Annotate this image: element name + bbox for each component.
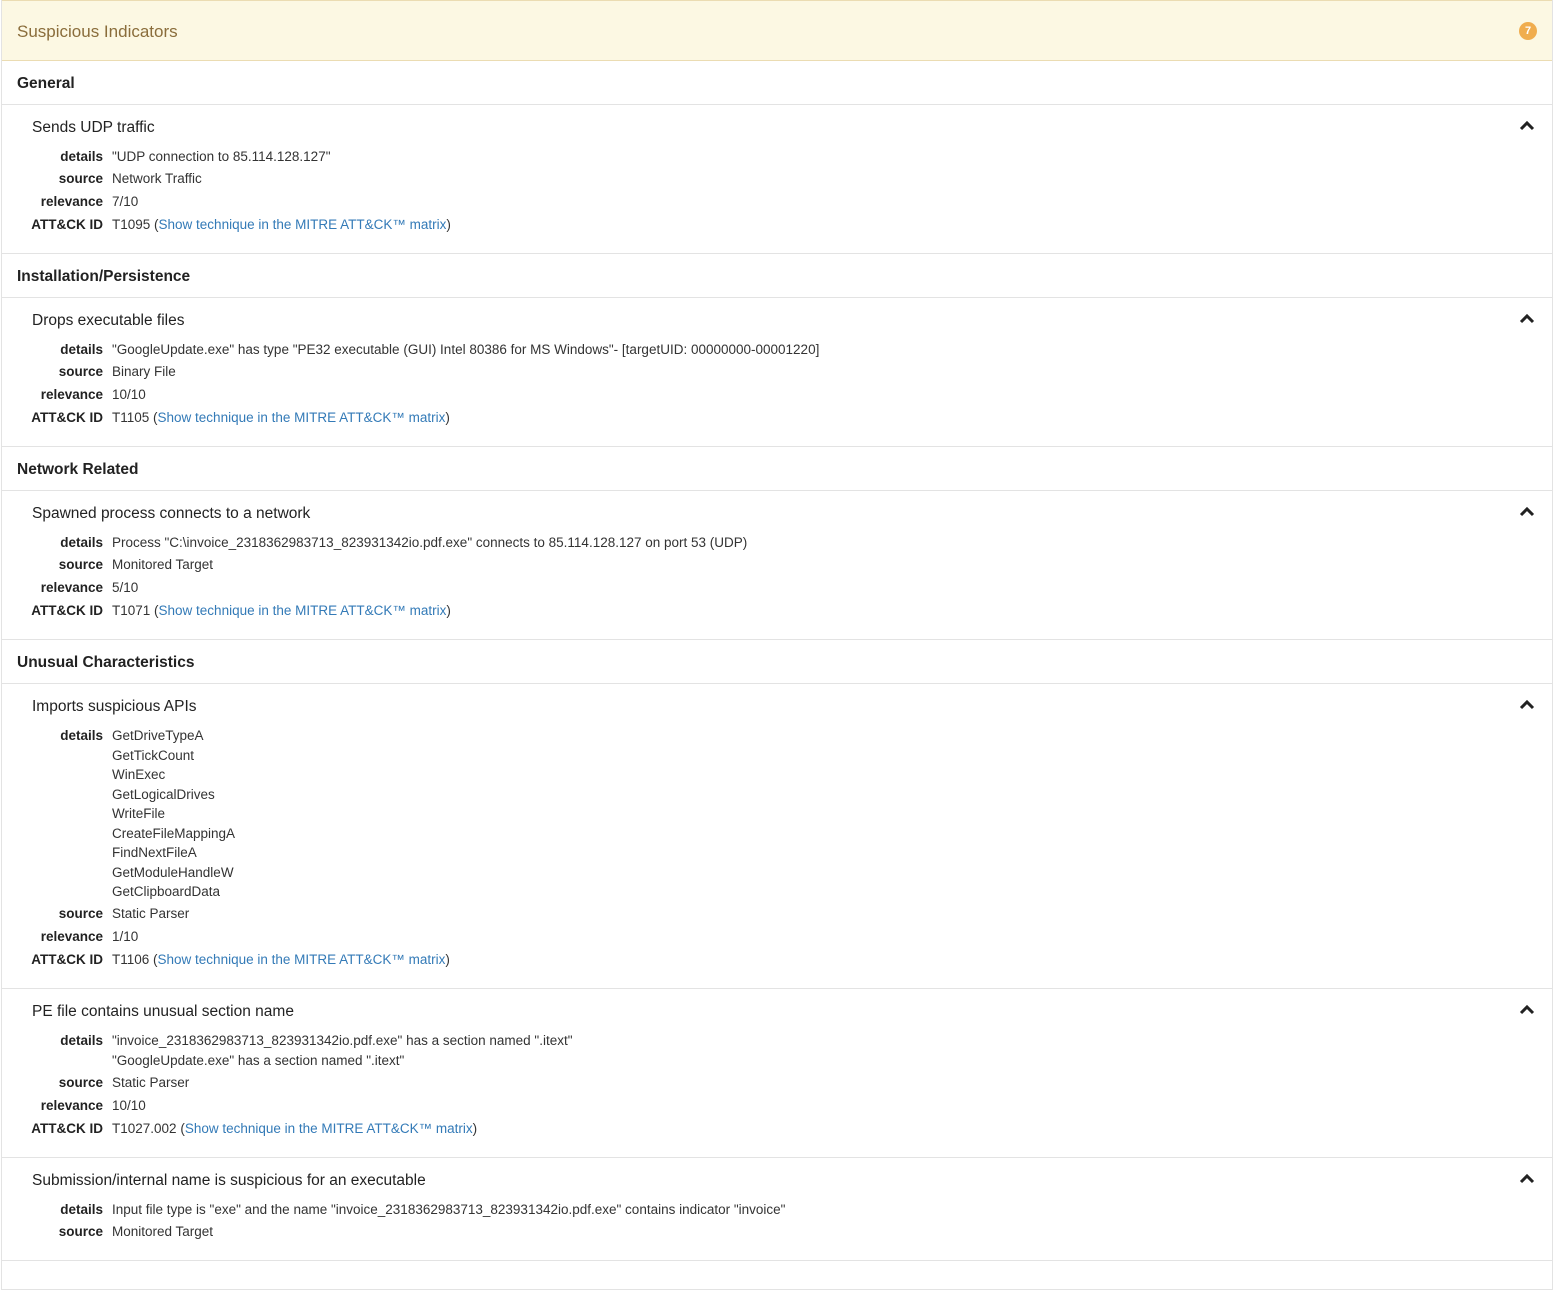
details-line: CreateFileMappingA [112,825,236,841]
attack-id-value: T1027.002 (Show technique in the MITRE A… [112,1120,478,1136]
field-label-attack_id: ATT&CK ID [31,952,103,967]
count-badge: 7 [1519,22,1537,40]
field-label-details: details [60,535,103,550]
signature-item: PE file contains unusual section name det… [2,989,1552,1158]
details-line: GetModuleHandleW [112,864,234,880]
relevance-value: 10/10 [112,387,146,402]
signature-title[interactable]: Sends UDP traffic [32,119,155,137]
relevance-value: 1/10 [112,929,139,944]
category-header: Network Related [2,447,1552,491]
signature-title[interactable]: Imports suspicious APIs [32,698,197,716]
field-label-relevance: relevance [40,580,103,595]
field-label-relevance: relevance [40,387,103,402]
mitre-matrix-link[interactable]: Show technique in the MITRE ATT&CK™ matr… [159,603,447,618]
attack-id-value: T1071 (Show technique in the MITRE ATT&C… [112,603,451,618]
details-line: FindNextFileA [112,845,197,860]
field-label-details: details [60,342,103,357]
details-line: WinExec [112,767,166,782]
field-label-relevance: relevance [40,1097,103,1113]
field-label-attack_id: ATT&CK ID [31,1120,103,1136]
attack-id: T1027.002 [112,1120,177,1136]
field-label-details: details [60,1201,103,1217]
chevron-up-icon[interactable] [1518,697,1536,711]
field-label-source: source [58,1223,103,1239]
attack-id: T1095 [112,217,151,232]
details-line: WriteFile [112,806,166,821]
relevance-value: 10/10 [112,1097,146,1113]
details-line: "GoogleUpdate.exe" has a section named "… [112,1052,405,1068]
category-header: General [2,61,1552,105]
panel-header[interactable]: Suspicious Indicators 7 [2,0,1552,61]
category-header: Unusual Characteristics [2,640,1552,684]
signature-title[interactable]: Drops executable files [32,312,185,330]
field-label-source: source [58,171,103,186]
source-value: Static Parser [112,1074,190,1090]
source-value: Monitored Target [112,557,214,572]
category-header: Installation/Persistence [2,254,1552,298]
category-title: Installation/Persistence [17,268,191,285]
signature-title[interactable]: Spawned process connects to a network [32,505,310,523]
source-value: Network Traffic [112,171,202,186]
mitre-matrix-link[interactable]: Show technique in the MITRE ATT&CK™ matr… [158,410,446,425]
chevron-up-icon[interactable] [1518,1002,1536,1016]
details-line: GetClipboardData [112,884,221,899]
details-line: Process "C:\invoice_2318362983713_823931… [112,535,748,550]
relevance-value: 7/10 [112,194,139,209]
signature-title[interactable]: PE file contains unusual section name [32,1003,294,1021]
source-value: Monitored Target [112,1223,214,1239]
chevron-up-icon[interactable] [1518,311,1536,325]
field-label-relevance: relevance [40,929,103,944]
attack-id-value: T1106 (Show technique in the MITRE ATT&C… [112,952,450,967]
field-label-attack_id: ATT&CK ID [31,603,103,618]
signature-item: Imports suspicious APIs details GetDriveTy… [2,684,1552,989]
signature-item: Submission/internal name is suspicious f… [2,1158,1552,1261]
details-line: "GoogleUpdate.exe" has type "PE32 execut… [112,342,820,357]
source-value: Binary File [112,364,176,379]
mitre-matrix-link[interactable]: Show technique in the MITRE ATT&CK™ matr… [159,217,447,232]
details-line: GetTickCount [112,747,195,763]
relevance-value: 5/10 [112,580,139,595]
category-title: General [17,75,75,92]
field-label-attack_id: ATT&CK ID [31,217,103,232]
field-label-source: source [58,557,103,572]
signature-item: Spawned process connects to a network det… [2,491,1552,640]
suspicious-indicators-panel: Suspicious Indicators 7 General Sends UDP… [1,0,1553,1290]
signature-item: Drops executable files details "GoogleUpda… [2,298,1552,447]
field-label-attack_id: ATT&CK ID [31,410,103,425]
category-title: Unusual Characteristics [17,654,195,671]
attack-id-value: T1095 (Show technique in the MITRE ATT&C… [112,217,451,232]
field-label-details: details [60,1033,103,1048]
details-line: GetDriveTypeA [112,728,204,743]
panel-title: Suspicious Indicators [17,22,178,41]
category-title: Network Related [17,461,139,478]
attack-id: T1105 [112,410,150,425]
indicator-list: General Sends UDP traffic details "UDP conn… [2,61,1552,1261]
field-label-relevance: relevance [40,194,103,209]
source-value: Static Parser [112,906,190,921]
field-label-source: source [58,364,103,379]
field-label-source: source [58,906,103,921]
attack-id-value: T1105 (Show technique in the MITRE ATT&C… [112,410,450,425]
details-line: GetLogicalDrives [112,786,215,802]
chevron-up-icon[interactable] [1518,504,1536,518]
chevron-up-icon[interactable] [1518,118,1536,132]
details-line: Input file type is "exe" and the name "i… [112,1201,786,1217]
field-label-details: details [60,728,103,743]
attack-id: T1071 [112,603,151,618]
attack-id: T1106 [112,952,150,967]
details-line: "UDP connection to 85.114.128.127" [112,149,331,164]
field-label-source: source [58,1074,103,1090]
mitre-matrix-link[interactable]: Show technique in the MITRE ATT&CK™ matr… [185,1121,473,1136]
signature-item: Sends UDP traffic details "UDP connection … [2,105,1552,254]
field-label-details: details [60,149,103,164]
details-line: "invoice_2318362983713_823931342io.pdf.e… [112,1033,573,1048]
chevron-up-icon[interactable] [1518,1171,1536,1185]
mitre-matrix-link[interactable]: Show technique in the MITRE ATT&CK™ matr… [158,952,446,967]
signature-title[interactable]: Submission/internal name is suspicious f… [32,1172,426,1190]
